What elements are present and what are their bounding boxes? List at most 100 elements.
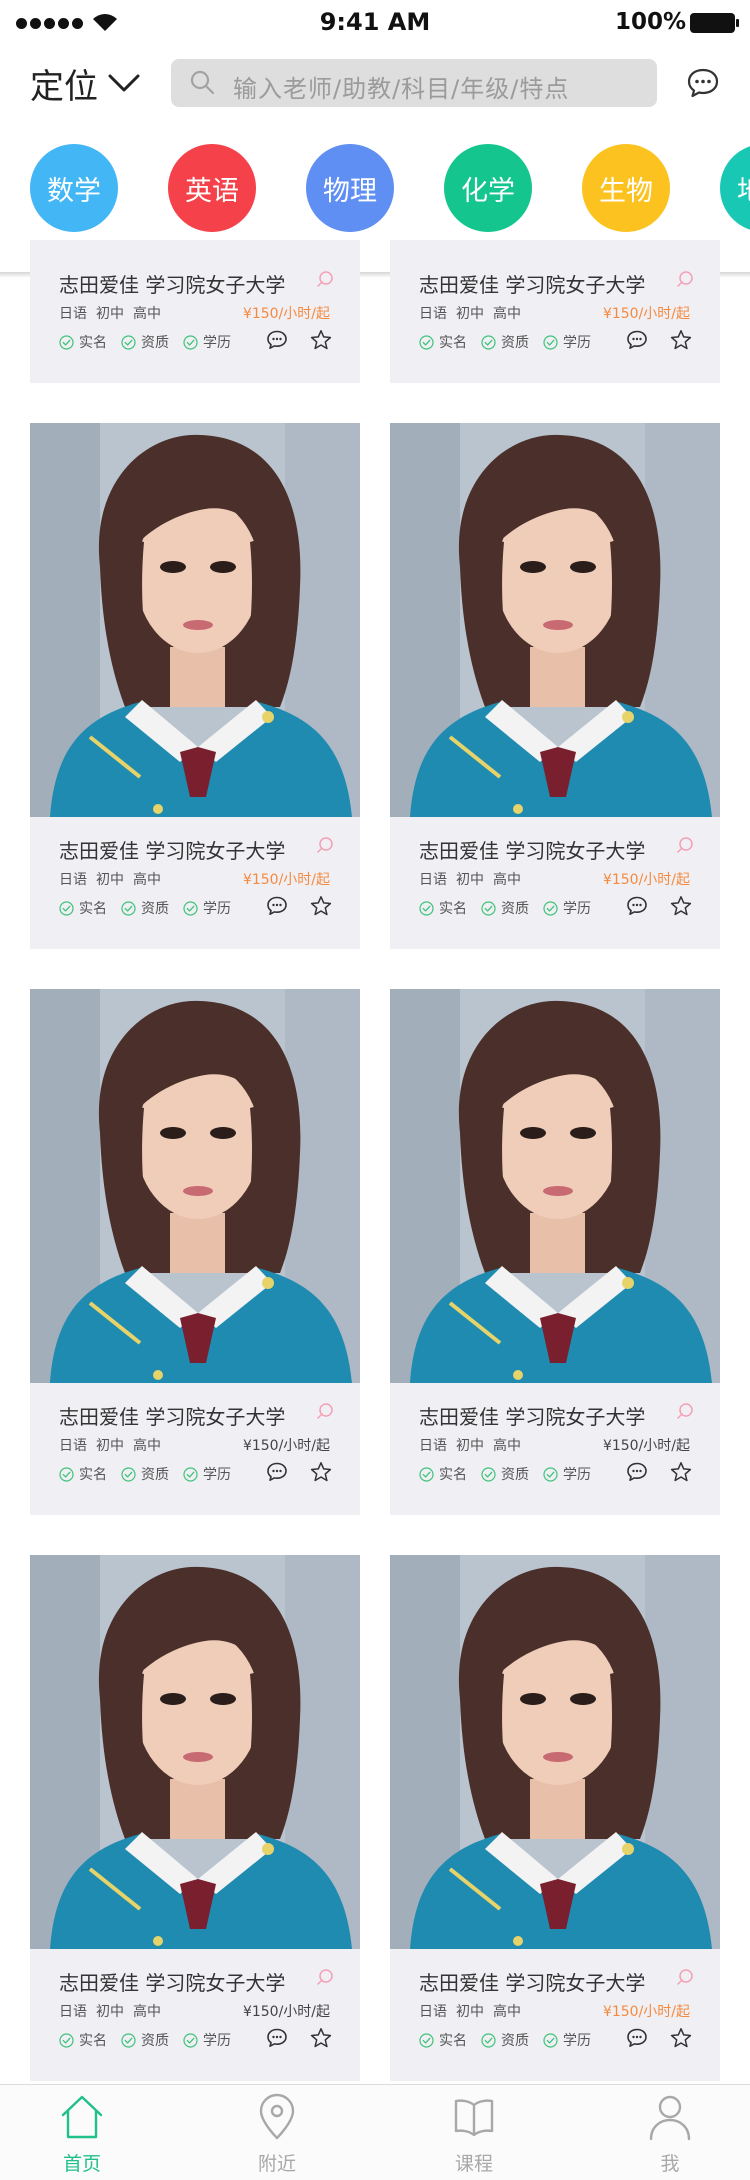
badge-label: 学历 bbox=[203, 2033, 231, 2049]
chat-icon[interactable] bbox=[266, 1462, 288, 1482]
tab-nearby-label: 附近 bbox=[257, 2153, 296, 2175]
subject-button[interactable]: 物理 bbox=[306, 144, 394, 232]
teacher-info: 志田爱佳 学习院女子大学 日语 初中 高中 ¥150/小时/起 实名 资质 学历 bbox=[30, 251, 360, 379]
level-tag: 高中 bbox=[133, 1438, 161, 1454]
tab-nearby[interactable]: 附近 bbox=[217, 2085, 337, 2180]
tab-profile[interactable]: 我 bbox=[610, 2085, 730, 2180]
search-placeholder: 输入老师/助教/科目/年级/特点 bbox=[233, 75, 570, 103]
badge-label: 实名 bbox=[439, 2033, 467, 2049]
level-tag: 初中 bbox=[456, 872, 484, 888]
chat-icon[interactable] bbox=[626, 896, 648, 916]
search-pin-icon bbox=[317, 1403, 333, 1419]
star-icon[interactable] bbox=[670, 1461, 692, 1483]
verification-badge: 学历 bbox=[543, 332, 591, 352]
star-icon[interactable] bbox=[310, 1461, 332, 1483]
tab-courses[interactable]: 课程 bbox=[414, 2085, 534, 2180]
teacher-name: 志田爱佳 学习院女子大学 bbox=[59, 1405, 286, 1429]
level-tag: 高中 bbox=[493, 306, 521, 322]
teacher-card[interactable]: 志田爱佳 学习院女子大学 日语 初中 高中 ¥150/小时/起 实名 资质 学历 bbox=[30, 423, 360, 949]
subject-button[interactable]: 数学 bbox=[30, 144, 118, 232]
check-circle-icon bbox=[481, 900, 496, 916]
check-circle-icon bbox=[121, 1466, 136, 1482]
teacher-name: 志田爱佳 学习院女子大学 bbox=[59, 273, 286, 297]
teacher-card[interactable]: 志田爱佳 学习院女子大学 日语 初中 高中 ¥150/小时/起 实名 资质 学历 bbox=[390, 423, 720, 949]
location-selector[interactable]: 定位 bbox=[30, 60, 140, 107]
level-tag: 高中 bbox=[133, 306, 161, 322]
badge-label: 学历 bbox=[203, 1467, 231, 1483]
check-circle-icon bbox=[59, 900, 74, 916]
check-circle-icon bbox=[183, 900, 198, 916]
subject-button[interactable]: 生物 bbox=[582, 144, 670, 232]
chat-icon[interactable] bbox=[266, 330, 288, 350]
verification-badges: 实名 资质 学历 bbox=[59, 898, 231, 918]
verification-badge: 资质 bbox=[121, 898, 169, 918]
star-icon[interactable] bbox=[310, 329, 332, 351]
subject-button[interactable]: 化学 bbox=[444, 144, 532, 232]
star-icon[interactable] bbox=[670, 329, 692, 351]
price-label: ¥150/小时/起 bbox=[242, 2004, 330, 2020]
badge-label: 资质 bbox=[141, 2033, 169, 2049]
price-label: ¥150/小时/起 bbox=[602, 872, 690, 888]
teacher-info: 志田爱佳 学习院女子大学 日语 初中 高中 ¥150/小时/起 实名 资质 学历 bbox=[390, 1949, 720, 2077]
level-tag: 初中 bbox=[96, 2004, 124, 2020]
badge-label: 学历 bbox=[563, 2033, 591, 2049]
teacher-card[interactable]: 志田爱佳 学习院女子大学 日语 初中 高中 ¥150/小时/起 实名 资质 学历 bbox=[30, 1555, 360, 2081]
teacher-card[interactable]: 志田爱佳 学习院女子大学 日语 初中 高中 ¥150/小时/起 实名 资质 学历 bbox=[390, 989, 720, 1515]
check-circle-icon bbox=[121, 2032, 136, 2048]
badge-label: 资质 bbox=[141, 1467, 169, 1483]
verification-badge: 资质 bbox=[481, 1464, 529, 1484]
level-tag: 高中 bbox=[493, 872, 521, 888]
book-icon bbox=[454, 2099, 494, 2137]
teacher-card[interactable]: 志田爱佳 学习院女子大学 日语 初中 高中 ¥150/小时/起 实名 资质 学历 bbox=[30, 240, 360, 383]
verification-badge: 资质 bbox=[121, 2030, 169, 2050]
tab-home[interactable]: 首页 bbox=[22, 2085, 142, 2180]
star-icon[interactable] bbox=[310, 2027, 332, 2049]
battery-percentage: 100% bbox=[614, 9, 686, 35]
level-tag: 初中 bbox=[96, 872, 124, 888]
verification-badge: 实名 bbox=[59, 898, 107, 918]
search-input[interactable]: 输入老师/助教/科目/年级/特点 bbox=[171, 59, 657, 107]
home-icon bbox=[61, 2095, 103, 2139]
price-label: ¥150/小时/起 bbox=[602, 1438, 690, 1454]
verification-badges: 实名 资质 学历 bbox=[419, 1464, 591, 1484]
teacher-card[interactable]: 志田爱佳 学习院女子大学 日语 初中 高中 ¥150/小时/起 实名 资质 学历 bbox=[390, 1555, 720, 2081]
verification-badge: 实名 bbox=[419, 332, 467, 352]
teacher-info: 志田爱佳 学习院女子大学 日语 初中 高中 ¥150/小时/起 实名 资质 学历 bbox=[30, 1383, 360, 1511]
level-tag: 初中 bbox=[456, 1438, 484, 1454]
verification-badge: 实名 bbox=[419, 898, 467, 918]
teacher-photo bbox=[390, 989, 720, 1383]
person-icon bbox=[649, 2095, 691, 2141]
search-pin-icon bbox=[677, 1969, 693, 1985]
badge-label: 资质 bbox=[501, 2033, 529, 2049]
teaching-levels: 日语 初中 高中 bbox=[59, 2001, 170, 2021]
verification-badges: 实名 资质 学历 bbox=[419, 2030, 591, 2050]
level-tag: 日语 bbox=[59, 306, 87, 322]
location-pin-icon bbox=[259, 2093, 295, 2140]
chat-icon[interactable] bbox=[266, 2028, 288, 2048]
teacher-card[interactable]: 志田爱佳 学习院女子大学 日语 初中 高中 ¥150/小时/起 实名 资质 学历 bbox=[390, 240, 720, 383]
check-circle-icon bbox=[481, 2032, 496, 2048]
badge-label: 资质 bbox=[141, 335, 169, 351]
subject-button[interactable]: 英语 bbox=[168, 144, 256, 232]
check-circle-icon bbox=[543, 1466, 558, 1482]
badge-label: 资质 bbox=[501, 335, 529, 351]
level-tag: 高中 bbox=[133, 872, 161, 888]
star-icon[interactable] bbox=[670, 895, 692, 917]
search-icon bbox=[190, 70, 215, 95]
badge-label: 学历 bbox=[563, 335, 591, 351]
message-icon[interactable] bbox=[686, 67, 720, 99]
search-pin-icon bbox=[677, 1403, 693, 1419]
chat-icon[interactable] bbox=[626, 2028, 648, 2048]
subject-category-row: 数学英语物理化学生物地理 bbox=[0, 140, 750, 240]
chat-icon[interactable] bbox=[626, 1462, 648, 1482]
chat-icon[interactable] bbox=[266, 896, 288, 916]
subject-button[interactable]: 地理 bbox=[720, 144, 750, 232]
teacher-name: 志田爱佳 学习院女子大学 bbox=[59, 1971, 286, 1995]
level-tag: 日语 bbox=[59, 1438, 87, 1454]
star-icon[interactable] bbox=[670, 2027, 692, 2049]
level-tag: 初中 bbox=[96, 306, 124, 322]
check-circle-icon bbox=[183, 334, 198, 350]
teacher-card[interactable]: 志田爱佳 学习院女子大学 日语 初中 高中 ¥150/小时/起 实名 资质 学历 bbox=[30, 989, 360, 1515]
chat-icon[interactable] bbox=[626, 330, 648, 350]
star-icon[interactable] bbox=[310, 895, 332, 917]
